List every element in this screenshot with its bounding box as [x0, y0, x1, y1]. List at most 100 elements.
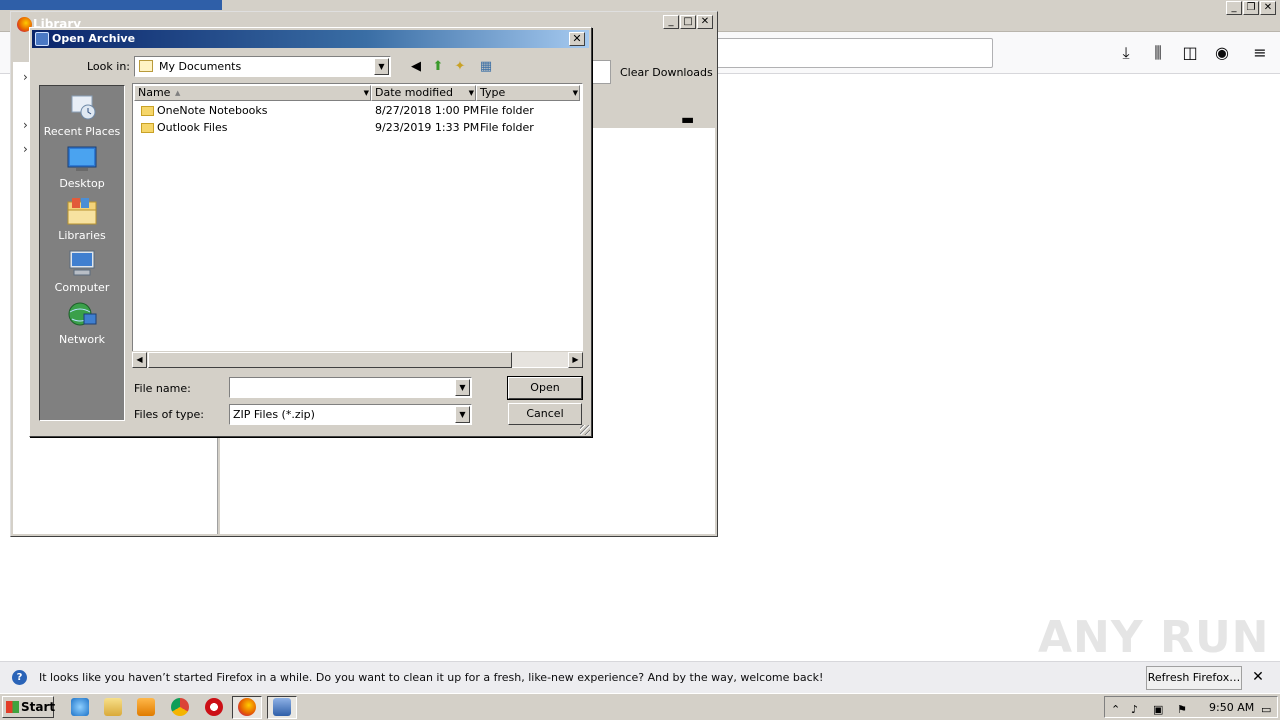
place-network[interactable]: Network: [40, 300, 124, 346]
horizontal-scrollbar[interactable]: ◀ ▶: [132, 351, 583, 368]
place-desktop[interactable]: Desktop: [40, 144, 124, 190]
archiver-icon: [35, 32, 49, 46]
open-archive-dialog: Open Archive ✕ Look in: My Documents ▼ ◀…: [29, 27, 592, 437]
file-name: OneNote Notebooks: [157, 104, 268, 117]
account-icon[interactable]: ◉: [1211, 42, 1233, 64]
file-row[interactable]: Outlook Files 9/23/2019 1:33 PM File fol…: [135, 120, 580, 136]
chrome-icon[interactable]: [171, 698, 189, 716]
new-folder-icon[interactable]: ✦: [451, 58, 469, 76]
look-in-value: My Documents: [159, 60, 242, 73]
close-icon[interactable]: ✕: [697, 15, 713, 29]
place-computer[interactable]: Computer: [40, 248, 124, 294]
places-bar: Recent Places Desktop Libraries Computer…: [39, 85, 125, 421]
start-button[interactable]: Start: [2, 696, 56, 718]
documents-folder-icon: [139, 60, 153, 72]
file-name-label: File name:: [134, 382, 191, 395]
scrollbar-thumb[interactable]: [148, 352, 512, 368]
menu-icon[interactable]: ≡: [1249, 42, 1271, 64]
library-icon[interactable]: ⫼: [1147, 42, 1169, 64]
firefox-icon[interactable]: [238, 698, 256, 716]
action-center-icon[interactable]: ⚑: [1177, 703, 1187, 716]
place-label: Computer: [54, 281, 110, 294]
file-name-field[interactable]: ▼: [229, 377, 472, 398]
show-hidden-icons-icon[interactable]: ⌃: [1111, 703, 1120, 716]
resize-grip-icon[interactable]: [580, 425, 590, 435]
show-desktop-icon[interactable]: ▭: [1261, 703, 1271, 716]
column-header-label: Date modified: [375, 86, 453, 99]
media-player-icon[interactable]: [137, 698, 155, 716]
file-type: File folder: [480, 104, 534, 117]
archiver-icon[interactable]: [273, 698, 291, 716]
up-folder-icon[interactable]: ⬆: [429, 58, 447, 76]
place-label: Desktop: [59, 177, 105, 190]
ie-icon[interactable]: [71, 698, 89, 716]
place-label: Recent Places: [43, 125, 121, 138]
place-libraries[interactable]: Libraries: [40, 196, 124, 242]
chevron-right-icon[interactable]: ›: [23, 142, 28, 156]
clear-downloads-button[interactable]: Clear Downloads: [620, 66, 713, 79]
open-folder-icon[interactable]: ▬: [681, 112, 694, 128]
maximize-icon[interactable]: □: [680, 15, 696, 29]
cancel-button[interactable]: Cancel: [508, 403, 582, 425]
library-search-input[interactable]: [589, 60, 611, 84]
chevron-down-icon[interactable]: ▼: [469, 86, 474, 100]
column-header-type[interactable]: Type ▼: [476, 85, 580, 101]
files-of-type-dropdown[interactable]: ZIP Files (*.zip) ▼: [229, 404, 472, 425]
chevron-down-icon[interactable]: ▼: [573, 86, 578, 100]
library-window-controls: _ □ ✕: [663, 15, 713, 29]
view-menu-icon[interactable]: ▦: [477, 58, 495, 76]
refresh-firefox-button[interactable]: Refresh Firefox…: [1146, 666, 1242, 690]
column-header-date[interactable]: Date modified ▼: [371, 85, 476, 101]
minimize-icon[interactable]: _: [1226, 1, 1242, 15]
explorer-icon[interactable]: [104, 698, 122, 716]
column-header-name[interactable]: Name ▲ ▼: [134, 85, 371, 101]
files-of-type-label: Files of type:: [134, 408, 205, 421]
file-type: File folder: [480, 121, 534, 134]
network-icon: [68, 302, 97, 326]
close-icon[interactable]: ✕: [1260, 1, 1276, 15]
chevron-down-icon[interactable]: ▼: [455, 406, 470, 423]
start-label: Start: [21, 700, 56, 714]
chevron-right-icon[interactable]: ›: [23, 70, 28, 84]
scroll-right-icon[interactable]: ▶: [568, 352, 583, 368]
scroll-left-icon[interactable]: ◀: [132, 352, 147, 368]
column-header-label: Type: [480, 86, 506, 99]
place-recent-places[interactable]: Recent Places: [40, 92, 124, 138]
look-in-dropdown[interactable]: My Documents ▼: [134, 56, 391, 77]
notification-message: It looks like you haven’t started Firefo…: [39, 671, 824, 684]
minimize-icon[interactable]: _: [663, 15, 679, 29]
look-in-label: Look in:: [87, 60, 130, 73]
dialog-titlebar: Open Archive ✕: [32, 30, 589, 48]
download-icon[interactable]: ⤓: [1115, 42, 1137, 64]
firefox-window-controls: _ ❐ ✕: [1226, 1, 1276, 15]
chevron-down-icon[interactable]: ▼: [374, 58, 389, 75]
restore-icon[interactable]: ❐: [1243, 1, 1259, 15]
file-list: Name ▲ ▼ Date modified ▼ Type ▼ OneNote …: [132, 83, 583, 368]
libraries-icon: [67, 198, 97, 225]
folder-icon: [141, 106, 154, 116]
opera-icon[interactable]: [205, 698, 223, 716]
dialog-title: Open Archive: [52, 32, 136, 45]
chevron-right-icon[interactable]: ›: [23, 118, 28, 132]
chevron-down-icon[interactable]: ▼: [455, 379, 470, 396]
clock[interactable]: 9:50 AM: [1209, 701, 1254, 714]
close-icon[interactable]: ✕: [569, 32, 585, 46]
close-icon[interactable]: ✕: [1250, 669, 1266, 685]
network-status-icon[interactable]: ▣: [1153, 703, 1163, 716]
computer-icon: [69, 250, 95, 276]
notification-bar: ? It looks like you haven’t started Fire…: [0, 661, 1280, 693]
taskbar: Start ⌃ ♪ ▣ ⚑ ▭ 9:50 AM: [0, 693, 1280, 720]
watermark: ANY RUN: [1038, 612, 1270, 663]
open-button[interactable]: Open: [507, 376, 583, 400]
chevron-down-icon[interactable]: ▼: [364, 86, 369, 100]
volume-icon[interactable]: ♪: [1131, 703, 1138, 716]
file-row[interactable]: OneNote Notebooks 8/27/2018 1:00 PM File…: [135, 103, 580, 119]
file-date: 8/27/2018 1:00 PM: [375, 104, 480, 117]
sidebar-icon[interactable]: ◫: [1179, 42, 1201, 64]
column-header-label: Name: [138, 86, 171, 99]
back-icon[interactable]: ◀: [407, 58, 425, 76]
url-bar[interactable]: [700, 38, 993, 68]
help-icon: ?: [12, 670, 27, 685]
place-label: Network: [59, 333, 105, 346]
windows-logo-icon: [6, 701, 19, 713]
